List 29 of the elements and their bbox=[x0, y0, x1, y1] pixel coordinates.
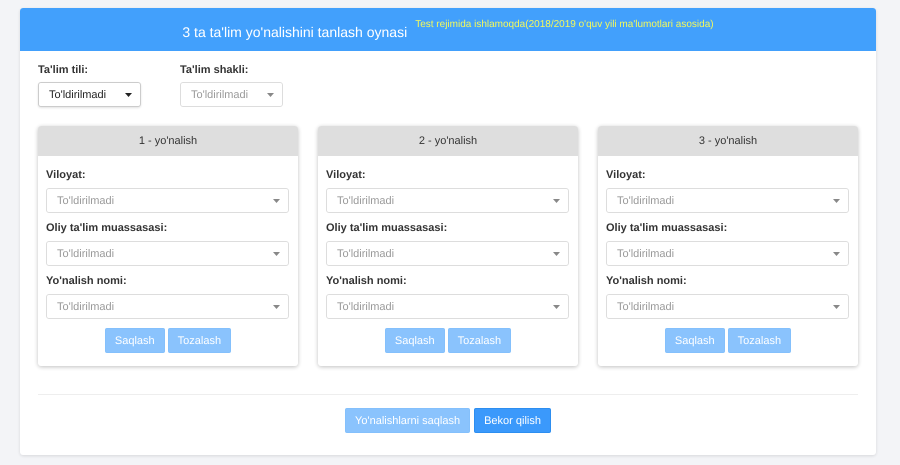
field-label: Yo'nalish nomi: bbox=[46, 275, 128, 287]
caret-icon bbox=[125, 92, 132, 96]
caret-icon bbox=[833, 198, 840, 202]
card-header: 2 - yo'nalish bbox=[318, 126, 578, 156]
field-label: Viloyat: bbox=[326, 169, 367, 181]
caret-icon bbox=[273, 252, 280, 256]
field-label: Oliy ta'lim muassasasi: bbox=[326, 222, 448, 234]
card-header: 3 - yo'nalish bbox=[598, 126, 858, 156]
test-mode-notice: Test rejimida ishlamoqda(2018/2019 o'quv yili ma'lumotlari asosida) bbox=[415, 19, 714, 30]
field-label: Yo'nalish nomi: bbox=[326, 275, 408, 287]
dialog-title: 3 ta ta'lim yo'nalishini tanlash oynasi bbox=[182, 24, 408, 40]
caret-icon bbox=[553, 252, 560, 256]
field-label: Ta'lim shakli: bbox=[180, 64, 250, 76]
caret-icon bbox=[273, 304, 280, 308]
caret-icon bbox=[553, 198, 560, 202]
field-label: Yo'nalish nomi: bbox=[606, 275, 688, 287]
field-label: Oliy ta'lim muassasasi: bbox=[46, 222, 168, 234]
card-header: 1 - yo'nalish bbox=[38, 126, 298, 156]
field-label: Viloyat: bbox=[606, 169, 647, 181]
caret-icon bbox=[553, 304, 560, 308]
button[interactable]: Bekor qilish bbox=[474, 408, 551, 433]
field-label: Oliy ta'lim muassasasi: bbox=[606, 222, 728, 234]
field-label: Ta'lim tili: bbox=[38, 64, 90, 76]
caret-icon bbox=[833, 252, 840, 256]
caret-icon bbox=[267, 92, 274, 96]
dropdown[interactable]: To'ldirilmadi bbox=[38, 82, 141, 107]
field-label: Viloyat: bbox=[46, 169, 87, 181]
caret-icon bbox=[833, 304, 840, 308]
caret-icon bbox=[273, 198, 280, 202]
